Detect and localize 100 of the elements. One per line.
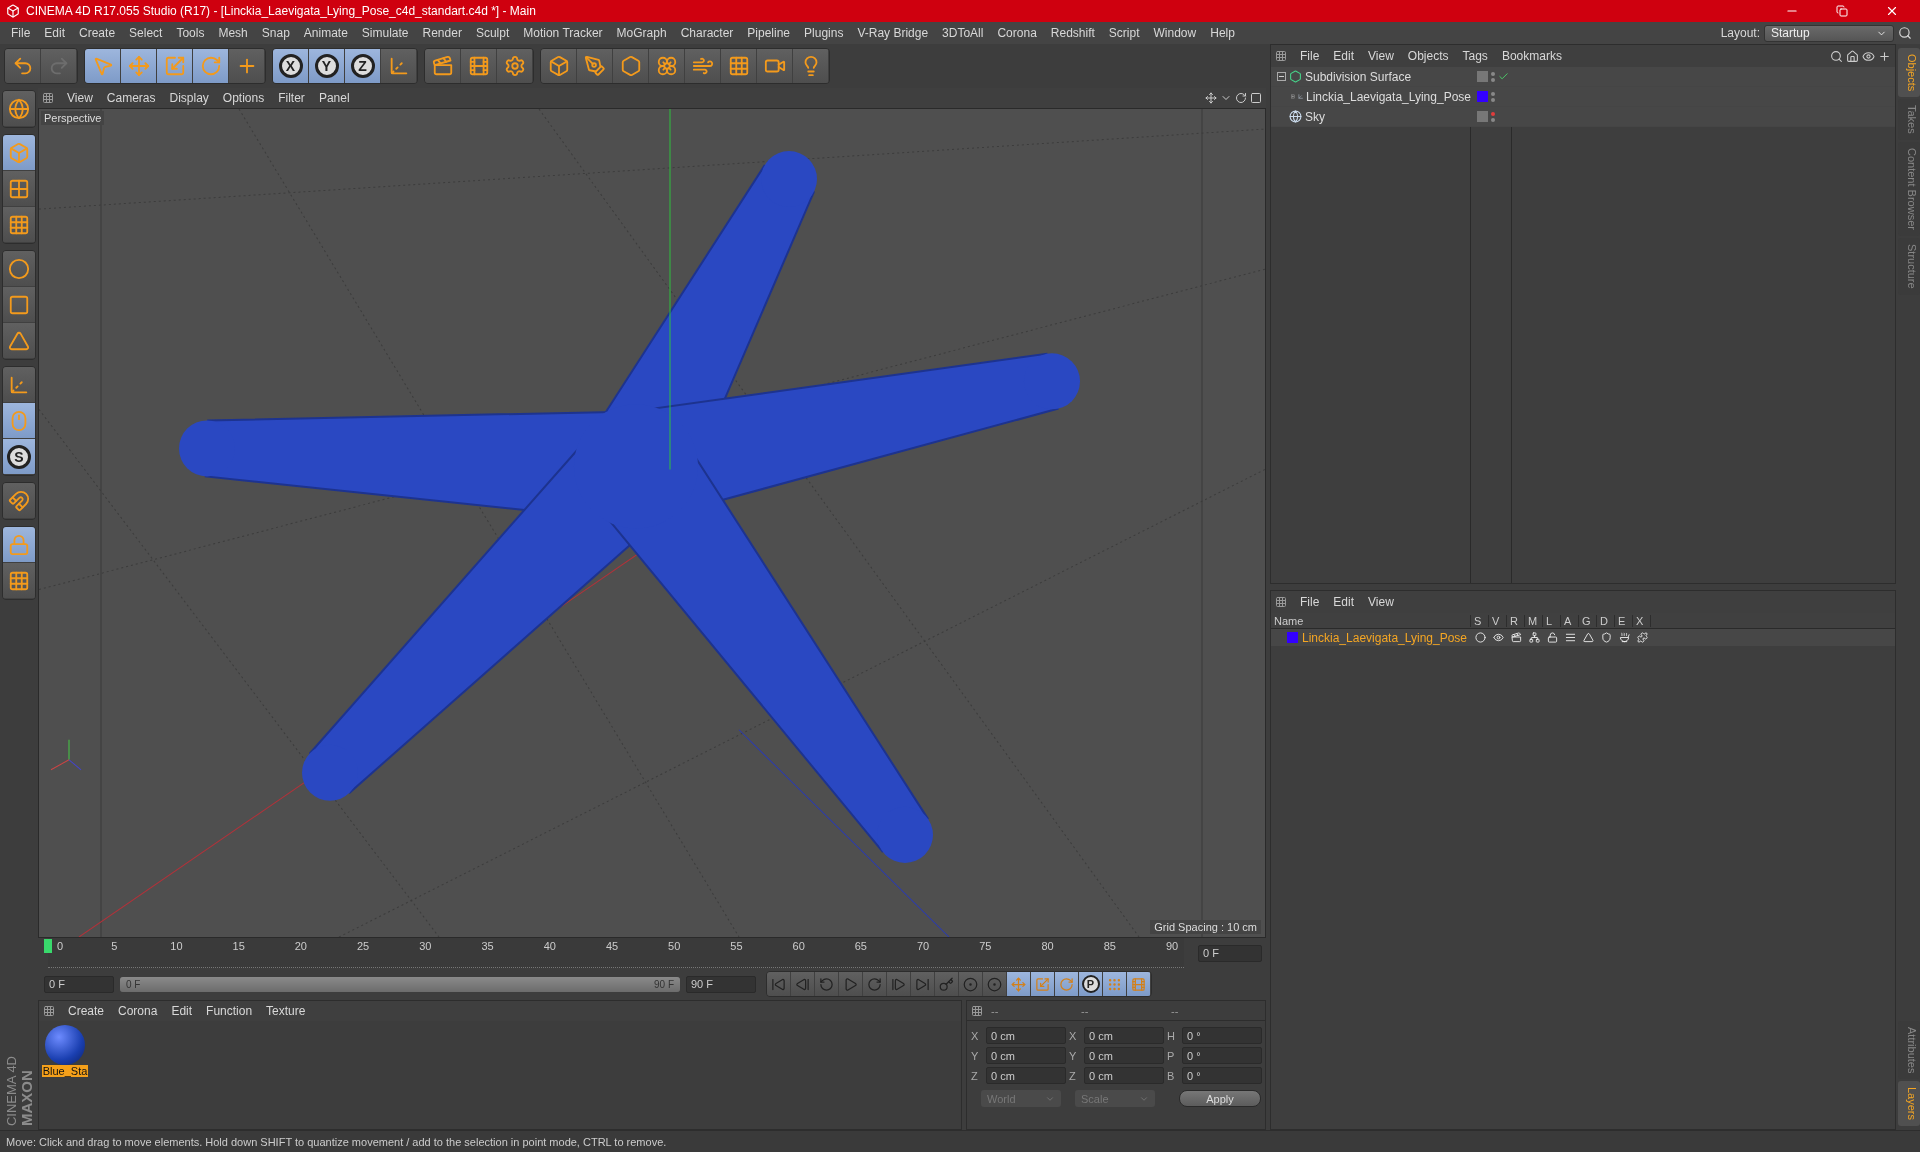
menu-item[interactable]: Edit [1326, 49, 1362, 63]
tweak-tool-button[interactable] [3, 403, 35, 439]
add-icon[interactable] [1878, 49, 1891, 63]
visibility-dots-icon[interactable] [1491, 91, 1495, 102]
home-icon[interactable] [1846, 49, 1859, 63]
scale-button[interactable] [1031, 972, 1055, 996]
column-header[interactable]: D [1597, 614, 1615, 627]
prev-frame-button[interactable] [815, 972, 839, 996]
menu-item[interactable]: Pipeline [740, 26, 798, 40]
camera-button[interactable] [757, 49, 793, 83]
bars-icon[interactable] [1564, 632, 1576, 643]
column-header[interactable]: R [1507, 614, 1525, 627]
menu-item[interactable]: Script [1101, 26, 1147, 40]
select-button[interactable] [85, 49, 121, 83]
menu-item[interactable]: View [60, 91, 100, 105]
autokey-button[interactable] [959, 972, 983, 996]
panel-grip-icon[interactable] [971, 1004, 983, 1017]
lock-icon[interactable] [1546, 632, 1558, 643]
edges-tool-button[interactable] [3, 287, 35, 323]
coordinate-field[interactable]: 0 cm [1084, 1027, 1164, 1044]
menu-item[interactable]: Redshift [1043, 26, 1102, 40]
model-tool-button[interactable] [3, 135, 35, 171]
layer-row[interactable]: Linckia_Laevigata_Lying_Pose [1271, 629, 1895, 646]
undo-button[interactable] [5, 49, 41, 83]
magnet-tool-button[interactable] [3, 483, 35, 519]
prev-key-button[interactable] [791, 972, 815, 996]
menu-item[interactable]: Edit [1326, 595, 1362, 609]
menu-item[interactable]: View [1361, 595, 1401, 609]
column-header[interactable]: V [1489, 614, 1507, 627]
menu-item[interactable]: Options [215, 91, 272, 105]
plane-tool-button[interactable] [3, 563, 35, 599]
axis-button[interactable]: X [273, 49, 309, 83]
column-header[interactable]: M [1525, 614, 1543, 627]
cube-button[interactable] [541, 49, 577, 83]
coords-button[interactable] [381, 49, 417, 83]
first-button[interactable] [767, 972, 791, 996]
search-icon[interactable] [1830, 49, 1843, 63]
texture-tool-button[interactable] [3, 171, 35, 207]
material-name[interactable]: Blue_Sta [41, 1065, 89, 1077]
puzzle-icon[interactable] [1636, 632, 1648, 643]
panel-grip-icon[interactable] [42, 92, 54, 104]
film-button[interactable] [1127, 972, 1151, 996]
coordinate-field[interactable]: 0 cm [986, 1047, 1066, 1064]
menu-item[interactable]: Filter [271, 91, 312, 105]
coordinate-field[interactable]: 0 cm [986, 1027, 1066, 1044]
menu-item[interactable]: Mesh [211, 26, 255, 40]
menu-item[interactable]: Corona [990, 26, 1044, 40]
move-button[interactable] [121, 49, 157, 83]
rotate-button[interactable] [1055, 972, 1079, 996]
coordinate-field[interactable]: 0 ° [1182, 1047, 1262, 1064]
lock-plane-tool-button[interactable] [3, 527, 35, 563]
menu-item[interactable]: Character [673, 26, 741, 40]
panel-grip-icon[interactable] [1275, 596, 1287, 608]
menu-item[interactable]: Panel [311, 91, 357, 105]
search-icon[interactable] [1898, 26, 1912, 40]
menu-item[interactable]: Help [1203, 26, 1242, 40]
move-button[interactable] [1007, 972, 1031, 996]
render-button[interactable] [461, 49, 497, 83]
hierarchy-icon[interactable] [1528, 632, 1540, 643]
menu-item[interactable]: Render [415, 26, 469, 40]
menu-item[interactable]: Corona [111, 1004, 165, 1018]
object-row[interactable]: Subdivision Surface [1271, 67, 1895, 87]
menu-item[interactable]: Plugins [797, 26, 851, 40]
side-tab[interactable]: Objects [1898, 48, 1920, 98]
menu-item[interactable]: Edit [164, 1004, 200, 1018]
next-key-button[interactable] [887, 972, 911, 996]
globe-tool-button[interactable] [3, 91, 35, 127]
menu-item[interactable]: Snap [254, 26, 297, 40]
menu-item[interactable]: Bookmarks [1494, 49, 1569, 63]
shield-icon[interactable] [1600, 632, 1612, 643]
viewport[interactable]: Perspective Grid Spacing : 10 cm [38, 108, 1266, 938]
column-header[interactable]: L [1543, 614, 1561, 627]
key-select-button[interactable] [983, 972, 1007, 996]
add-button[interactable] [229, 49, 265, 83]
pan-icon[interactable] [1205, 92, 1217, 104]
eye-icon[interactable] [1862, 49, 1875, 63]
check-icon[interactable] [1498, 71, 1509, 82]
menu-item[interactable]: Edit [37, 26, 73, 40]
column-header[interactable]: A [1561, 614, 1579, 627]
menu-item[interactable]: Cameras [99, 91, 163, 105]
end-frame-field[interactable]: 90 F [686, 975, 756, 993]
menu-item[interactable]: Texture [259, 1004, 313, 1018]
column-header[interactable]: E [1615, 614, 1633, 627]
deformer-button[interactable] [685, 49, 721, 83]
visibility-dots-icon[interactable] [1491, 71, 1495, 82]
menu-item[interactable]: Objects [1400, 49, 1456, 63]
menu-item[interactable]: Simulate [354, 26, 416, 40]
menu-item[interactable]: V-Ray Bridge [850, 26, 936, 40]
polygons-tool-button[interactable] [3, 323, 35, 359]
clapperboard-icon[interactable] [1510, 632, 1522, 643]
maximize-icon[interactable] [1250, 92, 1262, 104]
menu-item[interactable]: View [1361, 49, 1401, 63]
panel-grip-icon[interactable] [43, 1005, 55, 1017]
pla-button[interactable] [1103, 972, 1127, 996]
material-preview[interactable] [45, 1025, 85, 1065]
axis-button[interactable]: Y [309, 49, 345, 83]
expand-icon[interactable] [1291, 92, 1295, 101]
pyramid-icon[interactable] [1582, 632, 1594, 643]
subdivision-button[interactable] [613, 49, 649, 83]
menu-item[interactable]: Motion Tracker [516, 26, 610, 40]
